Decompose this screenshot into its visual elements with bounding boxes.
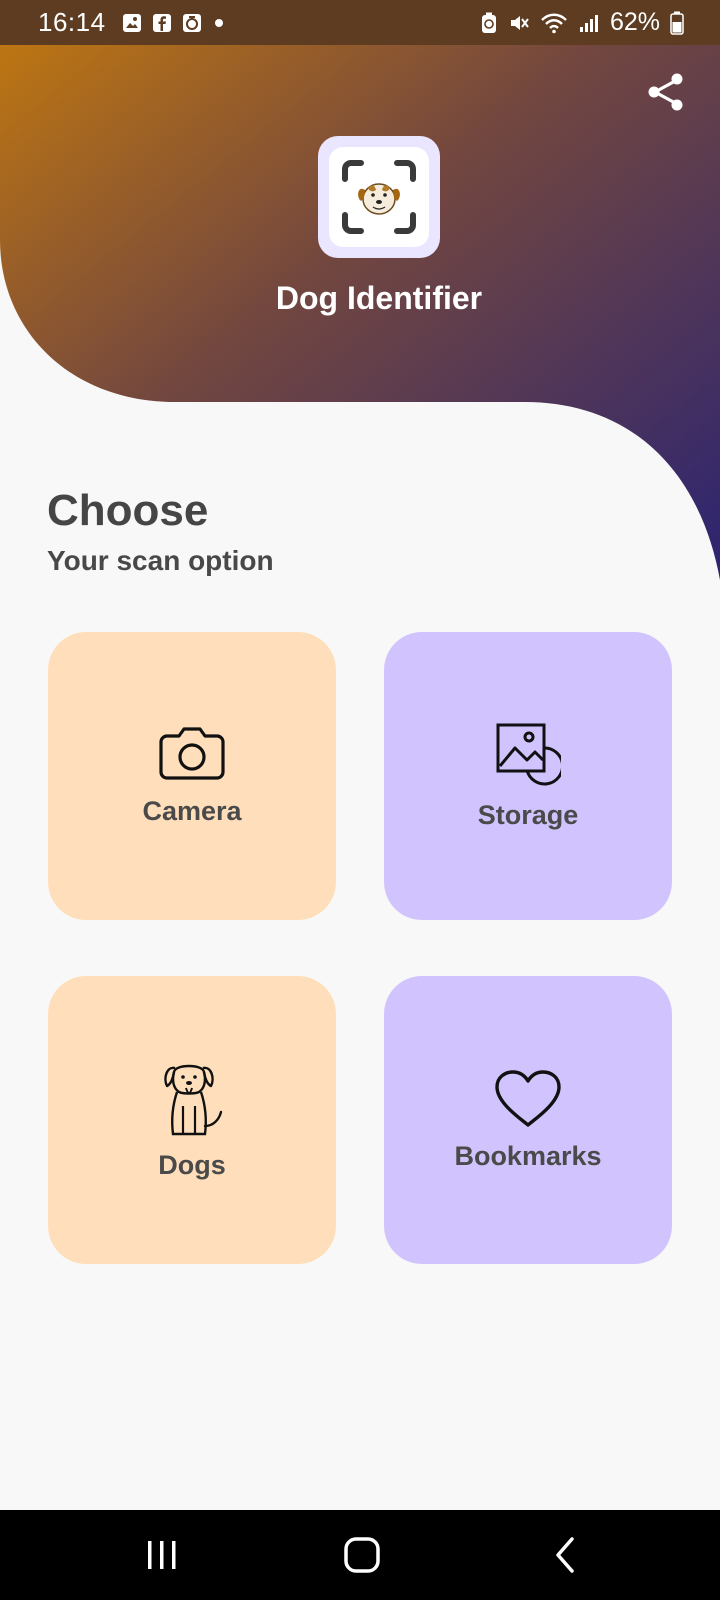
bookmarks-option-button[interactable]: Bookmarks bbox=[384, 976, 672, 1264]
dogs-option-button[interactable]: Dogs bbox=[48, 976, 336, 1264]
dog-icon bbox=[164, 1064, 223, 1135]
share-icon bbox=[648, 73, 683, 111]
dog-scan-icon bbox=[342, 160, 416, 234]
share-button[interactable] bbox=[642, 68, 690, 116]
battery-icon bbox=[670, 11, 684, 35]
wifi-icon bbox=[540, 12, 568, 34]
facebook-icon bbox=[152, 13, 172, 33]
clock-app-icon bbox=[182, 13, 202, 33]
status-time: 16:14 bbox=[38, 7, 106, 37]
back-button[interactable] bbox=[535, 1530, 595, 1580]
gallery-icon bbox=[122, 13, 142, 33]
storage-option-label: Storage bbox=[477, 799, 579, 830]
camera-option-label: Camera bbox=[142, 795, 242, 826]
recents-button[interactable] bbox=[132, 1530, 192, 1580]
camera-icon bbox=[159, 726, 225, 780]
home-icon bbox=[344, 1537, 380, 1573]
system-nav-bar bbox=[0, 1510, 720, 1600]
status-bar: 16:14 62% bbox=[0, 0, 720, 45]
mute-icon bbox=[508, 12, 530, 34]
battery-saver-icon bbox=[480, 12, 498, 34]
home-button[interactable] bbox=[332, 1530, 392, 1580]
heart-icon bbox=[495, 1069, 561, 1127]
storage-option-button[interactable]: Storage bbox=[384, 632, 672, 920]
app-logo bbox=[318, 136, 440, 258]
back-icon bbox=[556, 1537, 574, 1573]
battery-percent: 62% bbox=[609, 8, 660, 36]
app-title: Dog Identifier bbox=[275, 280, 483, 316]
page-subtitle: Your scan option bbox=[47, 545, 274, 576]
camera-option-button[interactable]: Camera bbox=[48, 632, 336, 920]
bookmarks-option-label: Bookmarks bbox=[454, 1140, 602, 1171]
image-icon bbox=[496, 723, 561, 785]
signal-icon bbox=[578, 12, 600, 34]
dogs-option-label: Dogs bbox=[158, 1149, 226, 1180]
page-title: Choose bbox=[47, 486, 209, 535]
dot-icon bbox=[212, 16, 226, 30]
recents-icon bbox=[148, 1541, 176, 1569]
